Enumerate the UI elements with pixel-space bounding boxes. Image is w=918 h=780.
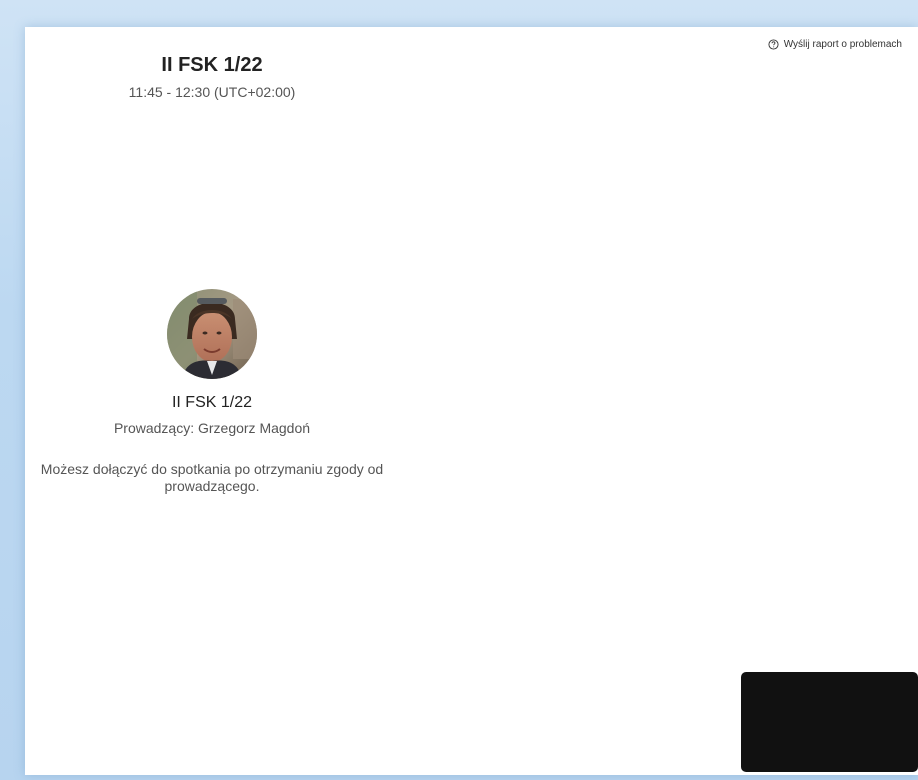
report-problem-link[interactable]: Wyślij raport o problemach [768,39,902,50]
host-avatar [167,289,257,379]
meeting-header: II FSK 1/22 11:45 - 12:30 (UTC+02:00) [25,53,399,101]
host-meeting-title: II FSK 1/22 [171,394,253,411]
host-name: Prowadzący: Grzegorz Magdoń [113,420,311,436]
waiting-room-panel: Wyślij raport o problemach II FSK 1/22 1… [25,27,918,775]
meeting-title: II FSK 1/22 [161,54,263,76]
waiting-message: Możesz dołączyć do spotkania po otrzyman… [40,461,384,494]
report-link-label[interactable]: Wyślij raport o problemach [784,39,902,50]
host-info: II FSK 1/22 Prowadzący: Grzegorz Magdoń [25,289,399,437]
help-circle-icon [768,39,779,50]
self-video-preview [741,672,918,772]
meeting-time: 11:45 - 12:30 (UTC+02:00) [128,84,296,100]
